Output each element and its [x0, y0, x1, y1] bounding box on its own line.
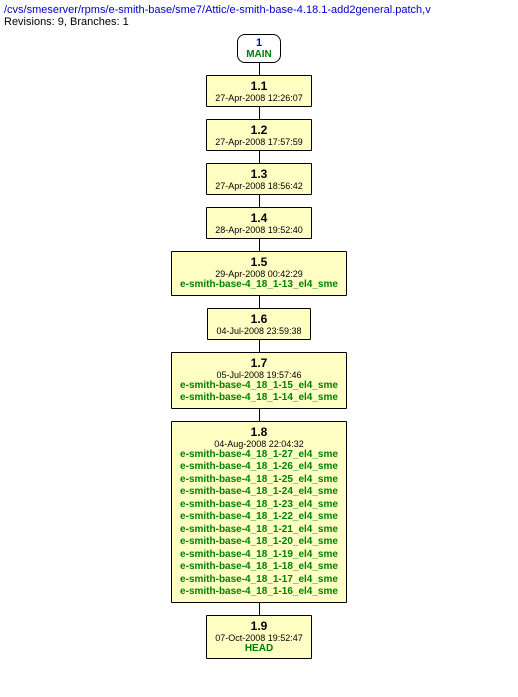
branch-number: 1	[246, 37, 272, 49]
revision-number: 1.3	[215, 167, 303, 181]
connector-line	[259, 239, 260, 251]
revision-summary: Revisions: 9, Branches: 1	[4, 16, 514, 28]
revision-tag: e-smith-base-4_18_1-26_el4_sme	[180, 461, 338, 474]
revision-graph: 1 MAIN 1.1 27-Apr-2008 12:26:07 1.2 27-A…	[4, 34, 514, 659]
revision-number: 1.9	[215, 619, 303, 633]
connector-line	[259, 151, 260, 163]
revision-date: 05-Jul-2008 19:57:46	[180, 370, 338, 380]
revision-tag: e-smith-base-4_18_1-19_el4_sme	[180, 549, 338, 562]
revision-date: 07-Oct-2008 19:52:47	[215, 633, 303, 643]
revision-date: 27-Apr-2008 17:57:59	[215, 137, 303, 147]
revision-tag: e-smith-base-4_18_1-23_el4_sme	[180, 499, 338, 512]
revision-date: 29-Apr-2008 00:42:29	[180, 269, 338, 279]
revision-tag: e-smith-base-4_18_1-21_el4_sme	[180, 524, 338, 537]
connector-line	[259, 63, 260, 75]
revision-date: 04-Jul-2008 23:59:38	[216, 326, 301, 336]
connector-line	[259, 409, 260, 421]
connector-line	[259, 296, 260, 308]
revision-tag: e-smith-base-4_18_1-14_el4_sme	[180, 392, 338, 405]
file-path: /cvs/smeserver/rpms/e-smith-base/sme7/At…	[4, 4, 514, 16]
revision-node[interactable]: 1.3 27-Apr-2008 18:56:42	[206, 163, 312, 195]
connector-line	[259, 340, 260, 352]
revision-number: 1.7	[180, 356, 338, 370]
revision-node[interactable]: 1.6 04-Jul-2008 23:59:38	[207, 308, 310, 340]
revision-number: 1.1	[215, 79, 303, 93]
revision-date: 27-Apr-2008 18:56:42	[215, 181, 303, 191]
revision-tag: e-smith-base-4_18_1-18_el4_sme	[180, 561, 338, 574]
revision-number: 1.2	[215, 123, 303, 137]
revision-tag: HEAD	[215, 643, 303, 656]
revision-tag: e-smith-base-4_18_1-13_el4_sme	[180, 279, 338, 292]
revision-date: 27-Apr-2008 12:26:07	[215, 93, 303, 103]
revision-tag: e-smith-base-4_18_1-27_el4_sme	[180, 449, 338, 462]
revision-date: 04-Aug-2008 22:04:32	[180, 439, 338, 449]
revision-tag: e-smith-base-4_18_1-15_el4_sme	[180, 380, 338, 393]
revision-date: 28-Apr-2008 19:52:40	[215, 225, 303, 235]
revision-number: 1.4	[215, 211, 303, 225]
revision-node[interactable]: 1.5 29-Apr-2008 00:42:29 e-smith-base-4_…	[171, 251, 347, 296]
revision-node[interactable]: 1.1 27-Apr-2008 12:26:07	[206, 75, 312, 107]
revision-tag: e-smith-base-4_18_1-24_el4_sme	[180, 486, 338, 499]
revision-tag: e-smith-base-4_18_1-25_el4_sme	[180, 474, 338, 487]
revision-node[interactable]: 1.7 05-Jul-2008 19:57:46 e-smith-base-4_…	[171, 352, 347, 409]
connector-line	[259, 603, 260, 615]
revision-tag: e-smith-base-4_18_1-22_el4_sme	[180, 511, 338, 524]
revision-node[interactable]: 1.9 07-Oct-2008 19:52:47 HEAD	[206, 615, 312, 660]
branch-label: MAIN	[246, 49, 272, 60]
revision-tag: e-smith-base-4_18_1-20_el4_sme	[180, 536, 338, 549]
revision-number: 1.5	[180, 255, 338, 269]
revision-node[interactable]: 1.2 27-Apr-2008 17:57:59	[206, 119, 312, 151]
connector-line	[259, 107, 260, 119]
revision-number: 1.8	[180, 425, 338, 439]
connector-line	[259, 195, 260, 207]
revision-tag: e-smith-base-4_18_1-17_el4_sme	[180, 574, 338, 587]
revision-tag: e-smith-base-4_18_1-16_el4_sme	[180, 586, 338, 599]
revision-number: 1.6	[216, 312, 301, 326]
branch-main-node[interactable]: 1 MAIN	[237, 34, 281, 63]
revision-node[interactable]: 1.4 28-Apr-2008 19:52:40	[206, 207, 312, 239]
revision-node[interactable]: 1.8 04-Aug-2008 22:04:32 e-smith-base-4_…	[171, 421, 347, 603]
